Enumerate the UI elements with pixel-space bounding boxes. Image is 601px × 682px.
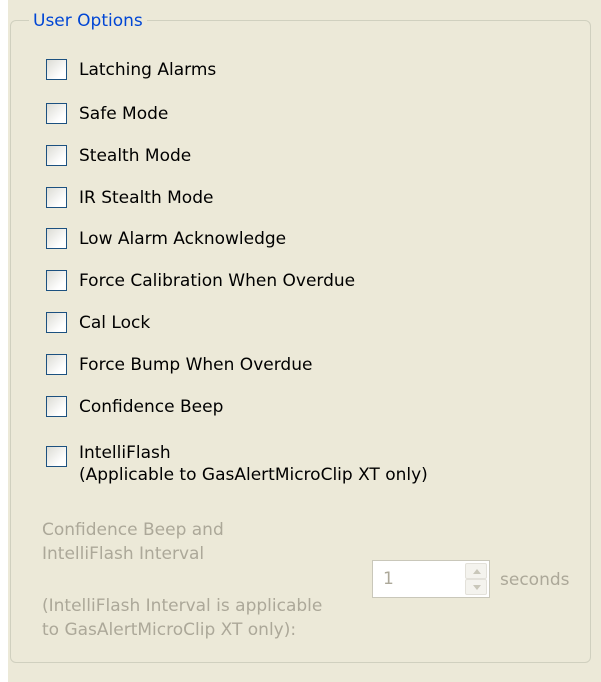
option-latching-alarms[interactable]: Latching Alarms [46, 59, 216, 81]
safe-mode-checkbox[interactable] [46, 103, 67, 124]
low-alarm-acknowledge-checkbox[interactable] [46, 228, 67, 249]
user-options-panel: User Options Latching Alarms Safe Mode S… [0, 0, 601, 682]
spinner-buttons [465, 563, 487, 595]
stealth-mode-checkbox[interactable] [46, 145, 67, 166]
low-alarm-acknowledge-label[interactable]: Low Alarm Acknowledge [79, 228, 286, 250]
left-white-edge [0, 0, 8, 682]
option-force-bump[interactable]: Force Bump When Overdue [46, 354, 312, 376]
interval-note-line1: (IntelliFlash Interval is applicable [42, 596, 323, 616]
ir-stealth-mode-checkbox[interactable] [46, 187, 67, 208]
interval-unit-label: seconds [500, 570, 570, 590]
option-stealth-mode[interactable]: Stealth Mode [46, 145, 191, 167]
intelliflash-checkbox[interactable] [46, 446, 67, 467]
spin-down-button[interactable] [465, 579, 487, 595]
force-bump-checkbox[interactable] [46, 354, 67, 375]
interval-label-line1: Confidence Beep and [42, 520, 224, 540]
option-ir-stealth-mode[interactable]: IR Stealth Mode [46, 187, 213, 209]
interval-label-line2: IntelliFlash Interval [42, 544, 205, 564]
interval-spinner[interactable]: 1 [372, 560, 490, 598]
interval-value[interactable]: 1 [383, 568, 394, 590]
intelliflash-label[interactable]: IntelliFlash (Applicable to GasAlertMicr… [79, 442, 428, 486]
ir-stealth-mode-label[interactable]: IR Stealth Mode [79, 187, 213, 209]
latching-alarms-label[interactable]: Latching Alarms [79, 59, 216, 81]
option-cal-lock[interactable]: Cal Lock [46, 312, 150, 334]
force-bump-label[interactable]: Force Bump When Overdue [79, 354, 312, 376]
spin-up-button[interactable] [465, 563, 487, 579]
option-safe-mode[interactable]: Safe Mode [46, 103, 168, 125]
groupbox-title: User Options [29, 10, 147, 32]
intelliflash-label-line2: (Applicable to GasAlertMicroClip XT only… [79, 465, 428, 485]
force-calibration-label[interactable]: Force Calibration When Overdue [79, 270, 355, 292]
option-force-calibration[interactable]: Force Calibration When Overdue [46, 270, 355, 292]
intelliflash-label-line1: IntelliFlash [79, 443, 171, 463]
cal-lock-label[interactable]: Cal Lock [79, 312, 150, 334]
confidence-beep-checkbox[interactable] [46, 396, 67, 417]
cal-lock-checkbox[interactable] [46, 312, 67, 333]
stealth-mode-label[interactable]: Stealth Mode [79, 145, 191, 167]
up-arrow-icon [473, 569, 481, 574]
down-arrow-icon [473, 585, 481, 590]
force-calibration-checkbox[interactable] [46, 270, 67, 291]
option-intelliflash[interactable]: IntelliFlash (Applicable to GasAlertMicr… [46, 442, 428, 486]
option-confidence-beep[interactable]: Confidence Beep [46, 396, 223, 418]
latching-alarms-checkbox[interactable] [46, 59, 67, 80]
interval-note-line2: to GasAlertMicroClip XT only): [42, 620, 297, 640]
confidence-beep-label[interactable]: Confidence Beep [79, 396, 223, 418]
safe-mode-label[interactable]: Safe Mode [79, 103, 168, 125]
option-low-alarm-acknowledge[interactable]: Low Alarm Acknowledge [46, 228, 286, 250]
